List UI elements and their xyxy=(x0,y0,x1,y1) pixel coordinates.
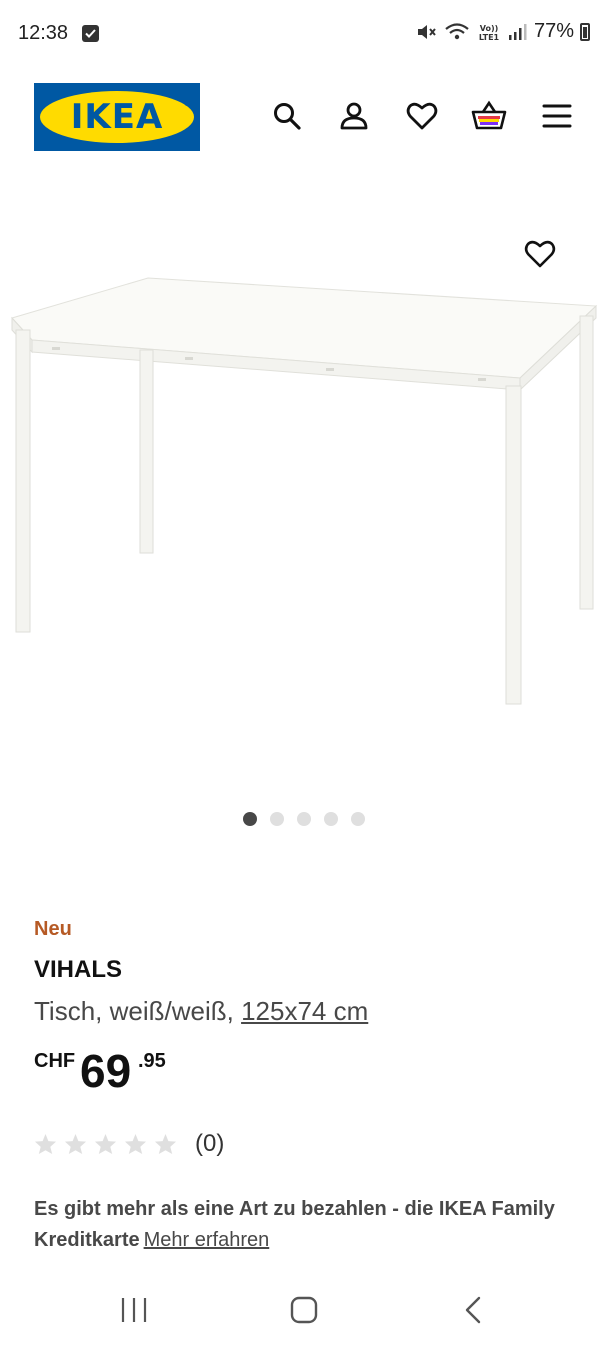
price-integer: 69 xyxy=(80,1045,132,1097)
status-bar: 12:38 Vo)) LTE1 77% xyxy=(0,0,608,70)
rating-stars xyxy=(34,1133,177,1155)
wifi-icon xyxy=(445,22,469,39)
account-icon[interactable] xyxy=(336,98,372,134)
star-icon xyxy=(154,1133,177,1155)
price-currency: CHF xyxy=(34,1050,76,1072)
payment-text: Es gibt mehr als eine Art zu bezahlen - … xyxy=(34,1198,555,1251)
star-icon xyxy=(124,1133,147,1155)
product-size-link[interactable]: 125x74 cm xyxy=(241,996,368,1026)
logo-registered: ® xyxy=(184,99,190,108)
ikea-logo[interactable]: IKEA ® xyxy=(34,83,200,151)
recent-apps-icon[interactable] xyxy=(112,1288,156,1332)
notification-check-icon xyxy=(82,25,99,42)
carousel-dot[interactable] xyxy=(270,812,284,826)
mute-icon xyxy=(417,24,436,39)
signal-icon xyxy=(508,23,527,40)
battery-percent: 77% xyxy=(533,20,574,42)
logo-text: IKEA xyxy=(70,97,164,137)
app-header: IKEA ® xyxy=(0,70,608,170)
rating[interactable]: (0) xyxy=(34,1130,224,1158)
heart-icon[interactable] xyxy=(404,98,440,134)
more-info-link[interactable]: Mehr erfahren xyxy=(144,1229,270,1251)
star-icon xyxy=(94,1133,117,1155)
star-icon xyxy=(34,1133,57,1155)
volte-icon: Vo)) LTE1 xyxy=(479,24,500,42)
menu-icon[interactable] xyxy=(539,98,575,134)
svg-text:Vo)): Vo)) xyxy=(480,24,499,33)
status-icons: Vo)) LTE1 77% xyxy=(416,20,590,43)
status-time: 12:38 xyxy=(18,22,69,44)
payment-info: Es gibt mehr als eine Art zu bezahlen - … xyxy=(34,1194,574,1256)
product-image[interactable] xyxy=(0,190,608,790)
table-illustration xyxy=(11,277,598,705)
new-badge: Neu xyxy=(34,918,72,940)
home-icon[interactable] xyxy=(282,1288,326,1332)
system-nav-bar xyxy=(0,1270,608,1350)
product-name: VIHALS xyxy=(34,956,123,983)
product-description: Tisch, weiß/weiß, 125x74 cm xyxy=(34,996,368,1027)
rating-count: (0) xyxy=(195,1130,225,1157)
price-decimal: .95 xyxy=(138,1050,166,1072)
search-icon[interactable] xyxy=(269,98,305,134)
svg-text:LTE1: LTE1 xyxy=(479,33,500,42)
cart-icon[interactable] xyxy=(471,98,507,134)
product-type: Tisch, weiß/weiß, xyxy=(34,996,234,1026)
carousel-dot[interactable] xyxy=(351,812,365,826)
add-to-favorites-icon[interactable] xyxy=(522,236,558,272)
battery-icon xyxy=(580,22,590,41)
back-icon[interactable] xyxy=(452,1288,496,1332)
carousel-dot[interactable] xyxy=(297,812,311,826)
carousel-dot[interactable] xyxy=(324,812,338,826)
carousel-indicator xyxy=(0,812,608,832)
star-icon xyxy=(64,1133,87,1155)
carousel-dot-active[interactable] xyxy=(243,812,257,826)
